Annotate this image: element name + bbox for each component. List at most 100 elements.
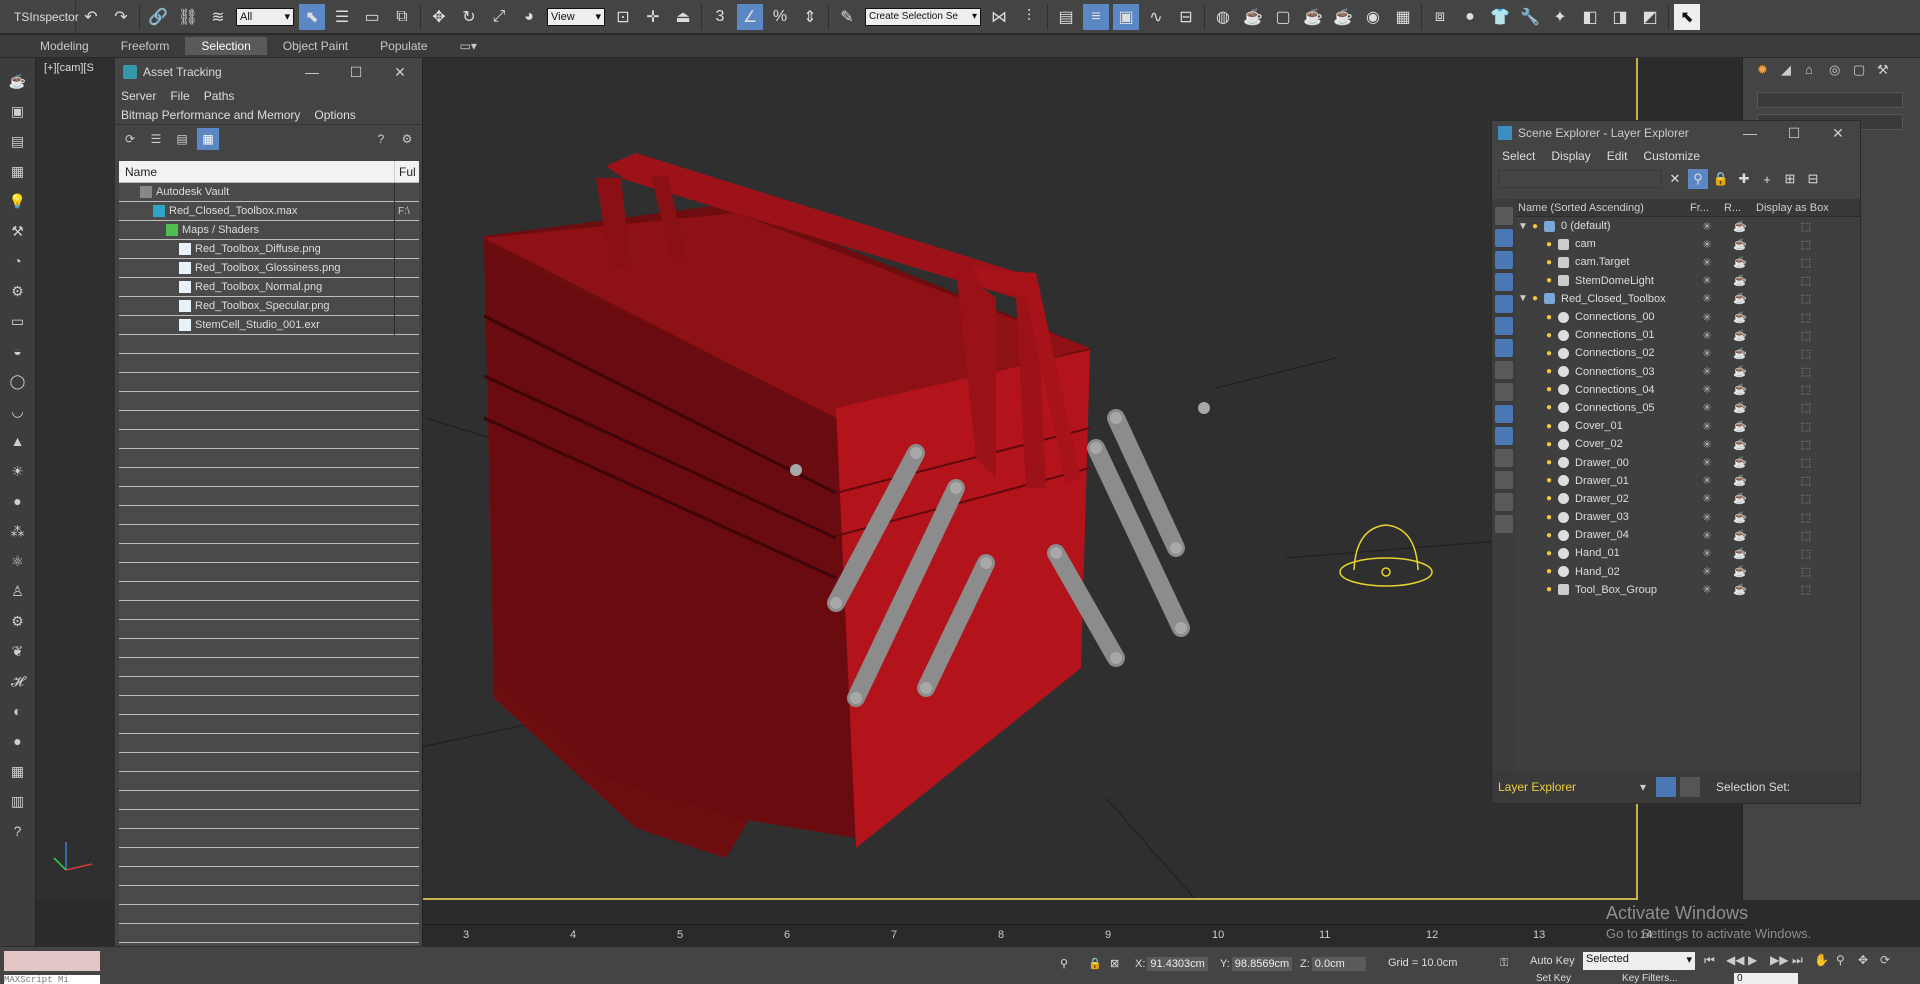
freeze-icon[interactable]: ✳: [1690, 311, 1724, 324]
render-iterative-icon[interactable]: ☕: [1330, 4, 1356, 30]
auto-key-dropdown[interactable]: Selected ▾: [1583, 952, 1695, 970]
asset-row[interactable]: StemCell_Studio_001.exr: [119, 315, 419, 335]
link-icon[interactable]: 🔗: [145, 4, 171, 30]
renderable-teapot-icon[interactable]: ☕: [1724, 383, 1756, 396]
plant-icon[interactable]: ❦: [6, 639, 30, 663]
layer-explorer-button-icon[interactable]: [1656, 777, 1676, 797]
renderable-teapot-icon[interactable]: ☕: [1724, 547, 1756, 560]
bulb-icon[interactable]: 💡: [6, 189, 30, 213]
tab-selection[interactable]: Selection: [185, 37, 267, 55]
sparkle-icon[interactable]: ✦: [1547, 4, 1573, 30]
key-filters-button[interactable]: Key Filters...: [1622, 973, 1678, 984]
visibility-bulb-icon[interactable]: ●: [1532, 221, 1538, 232]
freeze-icon[interactable]: ✳: [1690, 238, 1724, 251]
menu-server[interactable]: Server: [121, 89, 156, 103]
scale-icon[interactable]: ⤢: [486, 4, 512, 30]
ribbon-options-icon[interactable]: ▭▾: [444, 37, 493, 55]
sphere-icon[interactable]: ●: [6, 489, 30, 513]
curve-editor-icon[interactable]: ∿: [1143, 4, 1169, 30]
wrench-icon[interactable]: 🔧: [1517, 4, 1543, 30]
visibility-bulb-icon[interactable]: ●: [1546, 439, 1552, 450]
explorer-type-dropdown[interactable]: Layer Explorer ▾: [1498, 777, 1652, 797]
freeze-icon[interactable]: ✳: [1690, 492, 1724, 505]
freeze-icon[interactable]: ✳: [1690, 292, 1724, 305]
scene-row[interactable]: ● Cover_02 ✳ ☕ ⬚: [1516, 435, 1860, 453]
visibility-bulb-icon[interactable]: ●: [1546, 421, 1552, 432]
column-renderable[interactable]: R...: [1724, 202, 1756, 214]
teapot-icon[interactable]: ☕: [6, 69, 30, 93]
asset-row[interactable]: Red_Toolbox_Glossiness.png: [119, 258, 419, 278]
scene-row[interactable]: ● cam.Target ✳ ☕ ⬚: [1516, 253, 1860, 271]
scene-row[interactable]: ● Connections_03 ✳ ☕ ⬚: [1516, 363, 1860, 381]
display-box-icon[interactable]: ⬚: [1756, 383, 1856, 396]
display-box-icon[interactable]: ⬚: [1756, 274, 1856, 287]
scene-row[interactable]: ● cam ✳ ☕ ⬚: [1516, 235, 1860, 253]
render-setup-icon[interactable]: ☕: [1240, 4, 1266, 30]
renderable-teapot-icon[interactable]: ☕: [1724, 365, 1756, 378]
angle-snap-icon[interactable]: ∠: [737, 3, 763, 30]
column-name[interactable]: Name: [119, 161, 395, 182]
renderable-teapot-icon[interactable]: ☕: [1724, 529, 1756, 542]
layer-explorer-icon[interactable]: ≡: [1083, 3, 1109, 30]
minimize-icon[interactable]: —: [290, 64, 334, 81]
column-full-path[interactable]: Ful: [395, 161, 419, 182]
window-crossing-icon[interactable]: ⧉: [389, 4, 415, 30]
visibility-bulb-icon[interactable]: ●: [1546, 512, 1552, 523]
clear-search-icon[interactable]: ✕: [1665, 169, 1685, 189]
circle-icon[interactable]: ◯: [6, 369, 30, 393]
column-name-sorted[interactable]: Name (Sorted Ascending): [1516, 202, 1690, 214]
menu-bitmap-performance[interactable]: Bitmap Performance and Memory: [121, 108, 300, 122]
visibility-bulb-icon[interactable]: ●: [1546, 566, 1552, 577]
tab-populate[interactable]: Populate: [364, 37, 443, 55]
display-xrefs-icon[interactable]: [1495, 383, 1513, 401]
ref-coord-dropdown[interactable]: View ▾: [547, 7, 605, 26]
selection-lock-icon[interactable]: 🔒: [1088, 957, 1102, 970]
display-box-icon[interactable]: ⬚: [1756, 547, 1856, 560]
modify-icon[interactable]: ◢: [1781, 62, 1805, 84]
edit-named-selection-icon[interactable]: ✎: [834, 4, 860, 30]
percent-snap-icon[interactable]: %: [767, 4, 793, 30]
set-key-button[interactable]: Set Key: [1536, 973, 1571, 984]
freeze-icon[interactable]: ✳: [1690, 511, 1724, 524]
renderable-teapot-icon[interactable]: ☕: [1724, 456, 1756, 469]
tab-freeform[interactable]: Freeform: [105, 37, 186, 55]
renderable-teapot-icon[interactable]: ☕: [1724, 474, 1756, 487]
time-config-icon[interactable]: ✋: [1814, 953, 1836, 968]
freeze-icon[interactable]: ✳: [1690, 383, 1724, 396]
display-box-icon[interactable]: ⬚: [1756, 238, 1856, 251]
display-helpers-icon[interactable]: [1495, 317, 1513, 335]
scene-row[interactable]: ● Connections_02 ✳ ☕ ⬚: [1516, 344, 1860, 362]
hierarchy-button-icon[interactable]: [1680, 777, 1700, 797]
maxscript-mini-input[interactable]: MAXScript Mi: [4, 975, 100, 984]
visibility-bulb-icon[interactable]: ●: [1546, 493, 1552, 504]
display-icon[interactable]: ▢: [1853, 62, 1877, 84]
snap-3d-icon[interactable]: 3: [707, 4, 733, 30]
expand-arrow-icon[interactable]: ▼: [1518, 221, 1528, 232]
pivot-center-icon[interactable]: ⊡: [610, 4, 636, 30]
visibility-bulb-icon[interactable]: ●: [1546, 312, 1552, 323]
renderable-teapot-icon[interactable]: ☕: [1724, 311, 1756, 324]
named-selection-dropdown[interactable]: Create Selection Se ▾: [865, 7, 981, 26]
freeze-icon[interactable]: ✳: [1690, 256, 1724, 269]
display-box-icon[interactable]: ⬚: [1756, 311, 1856, 324]
close-icon[interactable]: ✕: [1816, 125, 1860, 142]
particles-icon[interactable]: ⁂: [6, 519, 30, 543]
display-box-icon[interactable]: ⬚: [1756, 456, 1856, 469]
pointer-icon[interactable]: ⬉: [1674, 3, 1700, 30]
sphere-icon[interactable]: ●: [1457, 4, 1483, 30]
freeze-icon[interactable]: ✳: [1690, 438, 1724, 451]
visibility-bulb-icon[interactable]: ●: [1546, 475, 1552, 486]
display-spacewarps-icon[interactable]: [1495, 339, 1513, 357]
hierarchy-icon[interactable]: ⌂: [1805, 62, 1829, 84]
visibility-bulb-icon[interactable]: ●: [1546, 366, 1552, 377]
utilities-icon[interactable]: ⚒: [1877, 62, 1901, 84]
keyboard-shortcut-icon[interactable]: ⏏: [670, 4, 696, 30]
display-box-icon[interactable]: ⬚: [1756, 347, 1856, 360]
rotate-icon[interactable]: ↻: [456, 4, 482, 30]
plane-icon[interactable]: ▭: [6, 309, 30, 333]
goto-end-icon[interactable]: ⏭: [1792, 953, 1814, 968]
display-box-icon[interactable]: ⬚: [1756, 329, 1856, 342]
help-icon[interactable]: ?: [370, 128, 392, 150]
minimize-icon[interactable]: —: [1728, 125, 1772, 142]
scene-row[interactable]: ● Cover_01 ✳ ☕ ⬚: [1516, 417, 1860, 435]
